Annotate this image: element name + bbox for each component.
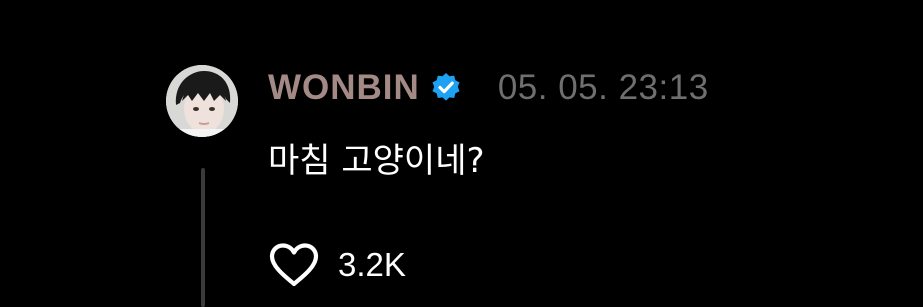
comment-header: WONBIN 05. 05. 23:13: [268, 68, 709, 108]
heart-outline-icon[interactable]: [268, 242, 320, 288]
thread-line: [201, 168, 205, 307]
comment-screen: WONBIN 05. 05. 23:13 마침 고양이네? 3.2K: [0, 0, 923, 307]
avatar[interactable]: [166, 65, 238, 137]
like-count: 3.2K: [338, 246, 406, 283]
username[interactable]: WONBIN: [268, 68, 420, 108]
comment-text: 마침 고양이네?: [268, 141, 485, 181]
verified-badge-icon: [432, 73, 460, 101]
timestamp: 05. 05. 23:13: [497, 68, 709, 107]
like-row: 3.2K: [268, 242, 406, 288]
profile-photo-icon: [166, 65, 238, 137]
